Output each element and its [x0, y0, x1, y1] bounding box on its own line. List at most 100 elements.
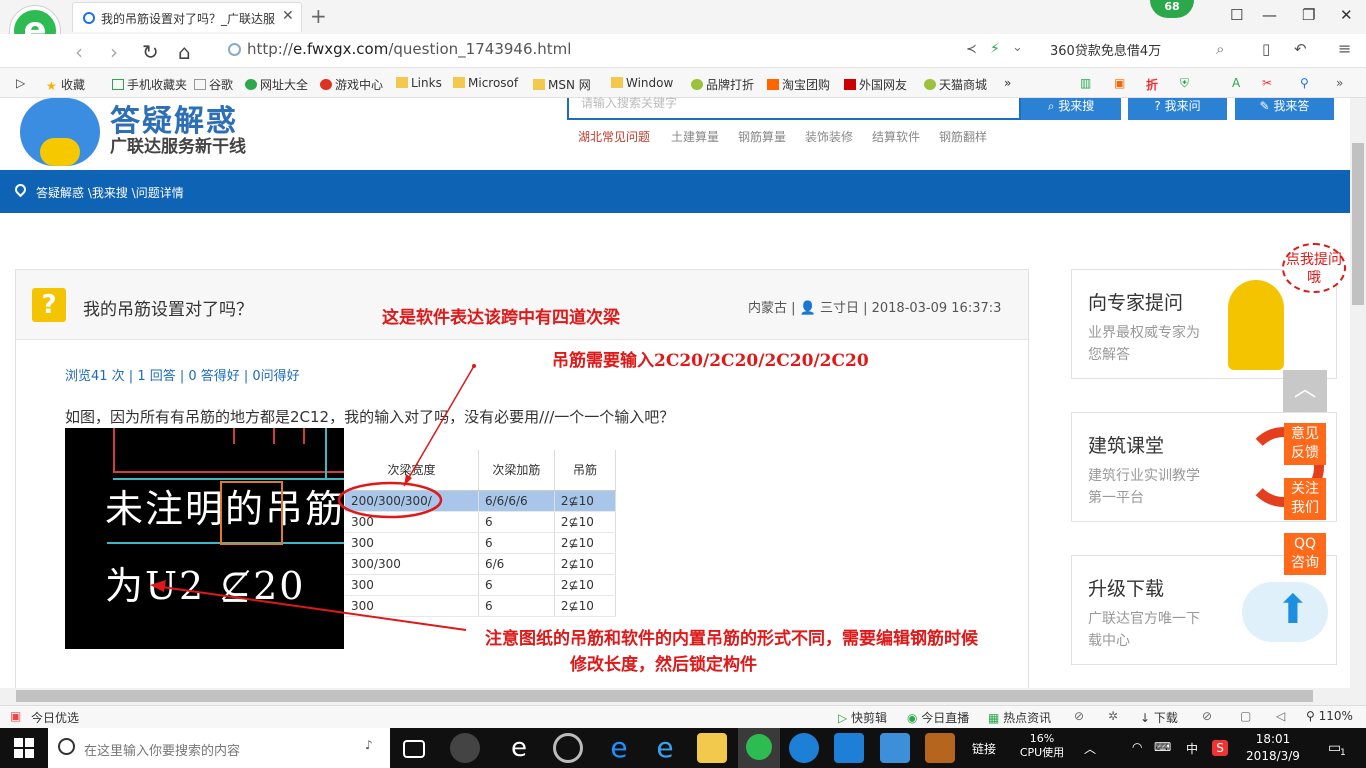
question-stats[interactable]: 浏览41 次 | 1 回答 | 0 答得好 | 0问得好	[65, 365, 300, 384]
table-cell[interactable]: 6	[478, 595, 555, 617]
app-orange-icon[interactable]	[925, 733, 955, 763]
bookmark-item[interactable]: 天猫商城	[924, 76, 987, 93]
table-cell[interactable]: 300/300	[345, 553, 479, 575]
qq-consult-button[interactable]: QQ咨询	[1284, 533, 1326, 575]
app-photo-icon[interactable]	[880, 733, 910, 763]
skin-icon[interactable]: ☐	[1230, 6, 1243, 24]
table-cell[interactable]: 300	[345, 574, 479, 596]
table-cell[interactable]: 2⊈10	[554, 595, 617, 617]
table-cell[interactable]: 300	[345, 511, 479, 533]
answer-button[interactable]: ✎ 我来答	[1235, 98, 1334, 120]
ask-bubble[interactable]: 点我提问哦	[1282, 243, 1346, 293]
back-icon[interactable]: ‹	[75, 40, 83, 64]
site-search-input[interactable]: 请输入搜索关键字	[567, 96, 1021, 120]
microphone-icon[interactable]: ♪	[365, 738, 373, 752]
close-tab-icon[interactable]: ✕	[282, 8, 294, 24]
table-cell[interactable]: 6	[478, 574, 555, 596]
ie-like-icon[interactable]: e	[504, 733, 534, 763]
column-header[interactable]: 次梁加筋	[478, 450, 555, 491]
bookmark-item[interactable]: 外国网友	[844, 76, 907, 93]
forward-icon[interactable]: ›	[110, 40, 118, 64]
bookmark-item[interactable]: 谷歌	[194, 76, 233, 93]
vertical-scroll-thumb[interactable]	[1352, 143, 1364, 305]
dropdown-icon[interactable]: ⌄	[1012, 40, 1023, 55]
home-icon[interactable]: ⌂	[178, 40, 191, 64]
table-cell[interactable]: 6	[478, 511, 555, 533]
feedback-button[interactable]: 意见反馈	[1284, 423, 1326, 465]
edge-icon[interactable]: e	[604, 733, 634, 763]
nav-link[interactable]: 湖北常见问题	[578, 128, 650, 145]
table-cell[interactable]: 300	[345, 532, 479, 554]
table-cell[interactable]: 2⊈10	[554, 511, 617, 533]
status-item[interactable]: ▷ 快剪辑	[838, 709, 887, 726]
tray-link[interactable]: 链接	[972, 740, 996, 757]
table-cell[interactable]: 6/6	[478, 553, 555, 575]
refresh-icon[interactable]: ↻	[142, 40, 159, 64]
browser-taskbar-active[interactable]	[738, 728, 780, 768]
glodon-icon[interactable]	[789, 733, 819, 763]
share-icon[interactable]: ≺	[966, 42, 977, 57]
search-icon[interactable]: ⌕	[1216, 40, 1224, 58]
close-window-button[interactable]: ✕	[1340, 6, 1353, 24]
flash-icon[interactable]: ⚡	[990, 41, 1000, 57]
browser-tab[interactable]: 我的吊筋设置对了吗？_广联达服 ✕	[72, 2, 302, 32]
bookmark-folder[interactable]: MSN 网	[533, 76, 591, 93]
zoom-level[interactable]: ⚲ 110%	[1306, 709, 1353, 723]
file-explorer-icon[interactable]	[697, 733, 727, 763]
table-row[interactable]: 300 6 2⊈10	[345, 511, 617, 533]
table-row[interactable]: 300 6 2⊈10	[345, 574, 617, 596]
bookmark-folder[interactable]: Links	[396, 76, 442, 90]
status-item[interactable]: 今日优选	[31, 709, 79, 726]
table-row[interactable]: 300 6 2⊈10	[345, 532, 617, 554]
table-cell[interactable]: 6	[478, 532, 555, 554]
app-spiral-icon[interactable]	[553, 733, 583, 763]
new-tab-button[interactable]: +	[310, 4, 327, 28]
breadcrumb[interactable]: 答疑解惑 \我来搜 \问题详情	[36, 184, 184, 201]
zoom-icon[interactable]: ⚲	[1300, 76, 1309, 90]
bookmark-item[interactable]: 网址大全	[245, 76, 308, 93]
wifi-icon[interactable]: ◠	[1132, 740, 1142, 754]
table-cell[interactable]: 2⊈10	[554, 532, 617, 554]
discount-icon[interactable]: 折	[1146, 76, 1158, 93]
nav-link[interactable]: 钢筋翻样	[939, 128, 987, 145]
bookmark-folder[interactable]: Window	[611, 76, 673, 90]
table-cell[interactable]: 6/6/6/6	[478, 490, 555, 512]
search-suggestion[interactable]: 360贷款免息借4万	[1050, 40, 1161, 59]
bookmark-favorites[interactable]: ★ 收藏	[46, 76, 85, 93]
horizontal-scroll-thumb[interactable]	[16, 690, 1313, 702]
more-bookmarks[interactable]: »	[1004, 76, 1011, 90]
nav-link[interactable]: 装饰装修	[805, 128, 853, 145]
undo-icon[interactable]: ↶	[1294, 40, 1307, 58]
menu-icon[interactable]: ≡	[1338, 39, 1351, 58]
reader-icon[interactable]: ▥	[1080, 76, 1091, 90]
back-to-top-button[interactable]: ︿	[1283, 370, 1327, 412]
column-header[interactable]: 吊筋	[554, 450, 617, 491]
task-view-icon[interactable]	[403, 740, 425, 758]
table-row[interactable]: 200/300/300/6/6/6/6 2⊈10	[345, 490, 617, 512]
table-cell[interactable]: 300	[345, 595, 479, 617]
speed-icon[interactable]: ⊘	[1074, 709, 1084, 723]
table-cell[interactable]: 2⊈10	[554, 553, 617, 575]
sogou-icon[interactable]: S	[1212, 740, 1228, 756]
minimize-button[interactable]: —	[1262, 6, 1277, 24]
window-icon[interactable]: ▢	[1240, 709, 1251, 723]
ask-button[interactable]: ? 我来问	[1128, 98, 1227, 120]
tools-icon[interactable]: ✲	[1108, 709, 1118, 723]
volume-icon[interactable]: ◁	[1276, 709, 1285, 723]
ie-icon[interactable]: e	[650, 733, 680, 763]
restore-button[interactable]: ❐	[1302, 6, 1315, 24]
bookmark-item[interactable]: 淘宝团购	[767, 76, 830, 93]
translate-icon[interactable]: A	[1232, 76, 1240, 90]
status-item[interactable]: ▦ 热点资讯	[988, 709, 1051, 726]
follow-button[interactable]: 关注我们	[1284, 478, 1326, 520]
bookmark-item[interactable]: 手机收藏夹	[112, 76, 187, 93]
clock[interactable]: 18:01 2018/3/9	[1245, 731, 1301, 765]
nav-link[interactable]: 钢筋算量	[738, 128, 786, 145]
table-row[interactable]: 300 6 2⊈10	[345, 595, 617, 617]
app-fan-icon[interactable]	[450, 733, 480, 763]
app-plus-icon[interactable]	[834, 733, 864, 763]
ime-indicator[interactable]: 中	[1186, 740, 1198, 757]
site-info-icon[interactable]	[228, 43, 241, 56]
more-tools-icon[interactable]: »	[1336, 76, 1343, 90]
table-row[interactable]: 300/300 6/6 2⊈10	[345, 553, 617, 575]
